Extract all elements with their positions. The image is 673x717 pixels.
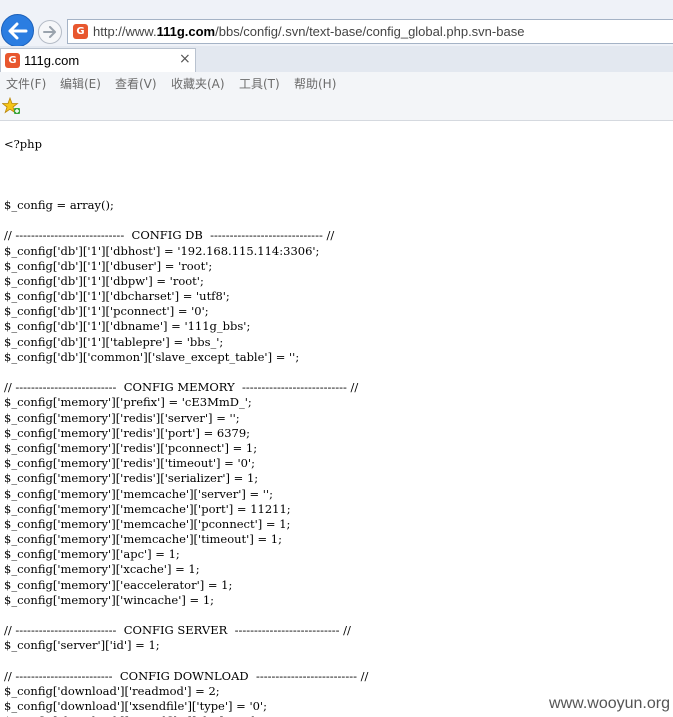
code-line: $_config = array(); <box>4 197 114 212</box>
code-line: $_config['memory']['redis']['server'] = … <box>4 410 240 425</box>
code-line: // -------------------------- CONFIG SER… <box>4 623 351 638</box>
tab-close-icon[interactable]: × <box>179 51 191 67</box>
watermark: www.wooyun.org <box>549 695 670 713</box>
url-prefix: http://www. <box>93 24 157 39</box>
code-line: $_config['db']['1']['dbpw'] = 'root'; <box>4 273 204 288</box>
code-line: $_config['memory']['memcache']['server']… <box>4 486 274 501</box>
code-line: // -------------------------- CONFIG MEM… <box>4 380 359 395</box>
url-text[interactable]: http://www.111g.com/bbs/config/.svn/text… <box>93 24 524 39</box>
forward-button[interactable] <box>38 20 62 44</box>
favorites-bar <box>0 94 673 121</box>
code-line: $_config['db']['1']['dbcharset'] = 'utf8… <box>4 289 230 304</box>
menu-bar: 文件(F) 编辑(E) 查看(V) 收藏夹(A) 工具(T) 帮助(H) <box>0 72 673 94</box>
code-line: $_config['db']['1']['dbuser'] = 'root'; <box>4 258 213 273</box>
menu-favorites[interactable]: 收藏夹(A) <box>171 75 225 92</box>
page-content: <?php $_config = array(); // -------------… <box>4 122 669 717</box>
code-line: $_config['memory']['memcache']['pconnect… <box>4 516 291 531</box>
code-line: $_config['memory']['eaccelerator'] = 1; <box>4 577 233 592</box>
code-line: // ---------------------------- CONFIG D… <box>4 228 335 243</box>
menu-view[interactable]: 查看(V) <box>115 75 157 92</box>
code-line: $_config['db']['1']['dbhost'] = '192.168… <box>4 243 320 258</box>
back-arrow-icon <box>8 22 27 39</box>
navigation-bar: G http://www.111g.com/bbs/config/.svn/te… <box>0 0 673 47</box>
url-path: /bbs/config/.svn/text-base/config_global… <box>215 24 525 39</box>
code-line: $_config['memory']['redis']['port'] = 63… <box>4 425 251 440</box>
code-line: $_config['memory']['redis']['serializer'… <box>4 471 259 486</box>
code-line: $_config['memory']['xcache'] = 1; <box>4 562 200 577</box>
code-line: $_config['memory']['memcache']['port'] =… <box>4 501 291 516</box>
tab-favicon-icon: G <box>5 53 20 68</box>
menu-edit[interactable]: 编辑(E) <box>60 75 101 92</box>
code-line: $_config['db']['1']['pconnect'] = '0'; <box>4 304 209 319</box>
code-line: $_config['memory']['redis']['timeout'] =… <box>4 456 255 471</box>
tab-active[interactable]: G 111g.com × <box>0 48 196 72</box>
code-line: $_config['memory']['memcache']['timeout'… <box>4 532 282 547</box>
add-favorites-star-icon[interactable] <box>2 97 20 115</box>
code-line: // ------------------------- CONFIG DOWN… <box>4 668 369 683</box>
menu-file[interactable]: 文件(F) <box>6 75 46 92</box>
forward-arrow-icon <box>43 26 56 38</box>
code-line: $_config['server']['id'] = 1; <box>4 638 160 653</box>
menu-help[interactable]: 帮助(H) <box>294 75 336 92</box>
url-domain: 111g.com <box>156 24 216 39</box>
code-line: <?php <box>4 137 42 152</box>
site-favicon-icon: G <box>73 24 88 39</box>
code-line: $_config['memory']['apc'] = 1; <box>4 547 180 562</box>
tab-strip: G 111g.com × <box>0 46 673 73</box>
address-bar[interactable]: G http://www.111g.com/bbs/config/.svn/te… <box>67 19 673 44</box>
code-line: $_config['db']['1']['dbname'] = '111g_bb… <box>4 319 251 334</box>
code-line: $_config['db']['1']['tablepre'] = 'bbs_'… <box>4 334 224 349</box>
tab-title: 111g.com <box>24 53 80 68</box>
code-line: $_config['memory']['wincache'] = 1; <box>4 592 215 607</box>
code-line: $_config['memory']['prefix'] = 'cE3MmD_'… <box>4 395 252 410</box>
back-button[interactable] <box>1 14 34 47</box>
code-line: $_config['memory']['redis']['pconnect'] … <box>4 440 258 455</box>
code-line: $_config['db']['common']['slave_except_t… <box>4 349 300 364</box>
menu-tools[interactable]: 工具(T) <box>239 75 280 92</box>
